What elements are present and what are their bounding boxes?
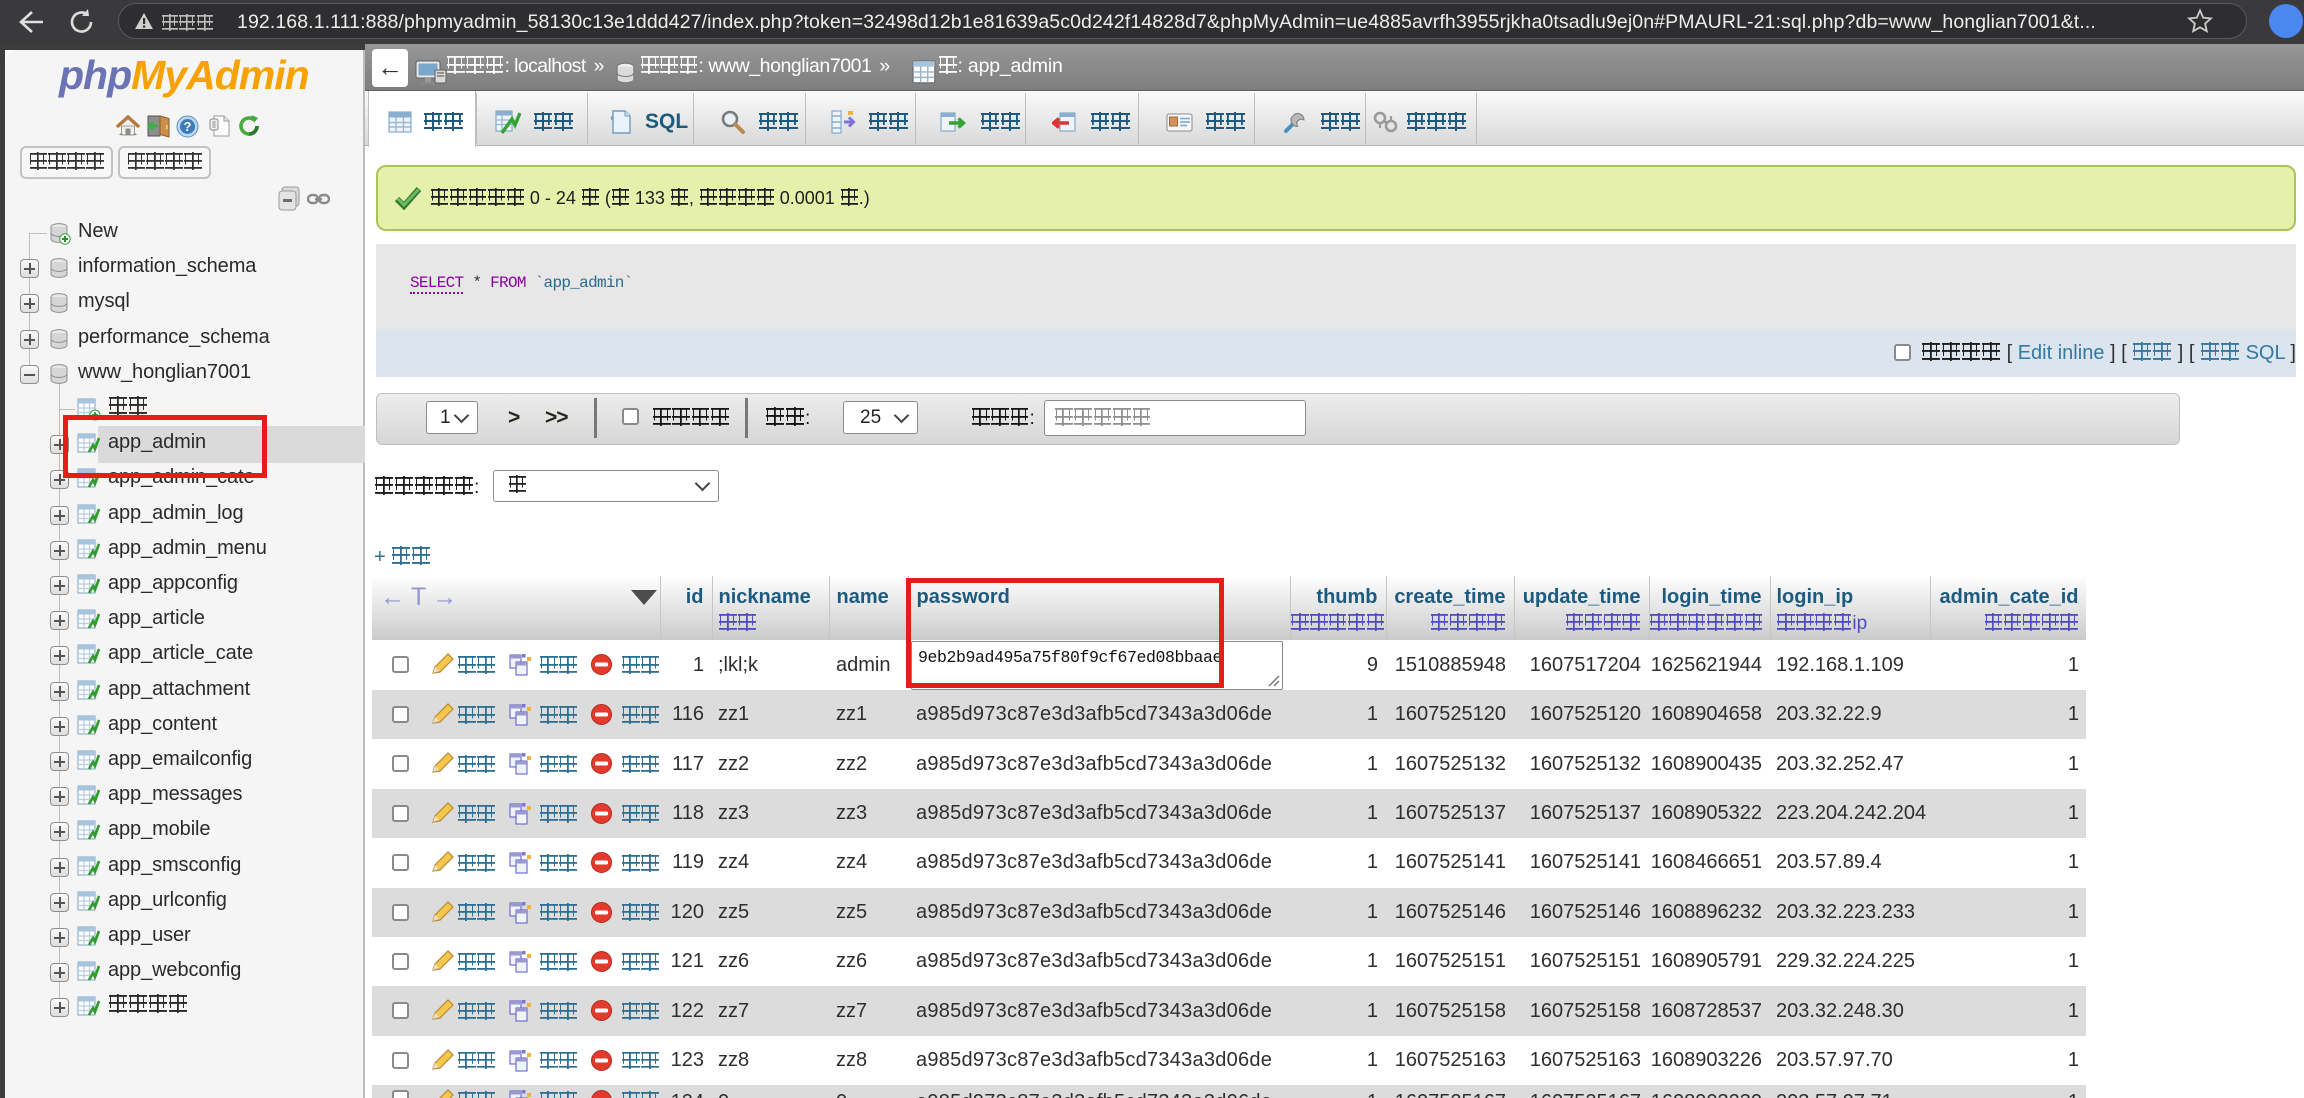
svg-text:?: ? xyxy=(184,119,192,134)
